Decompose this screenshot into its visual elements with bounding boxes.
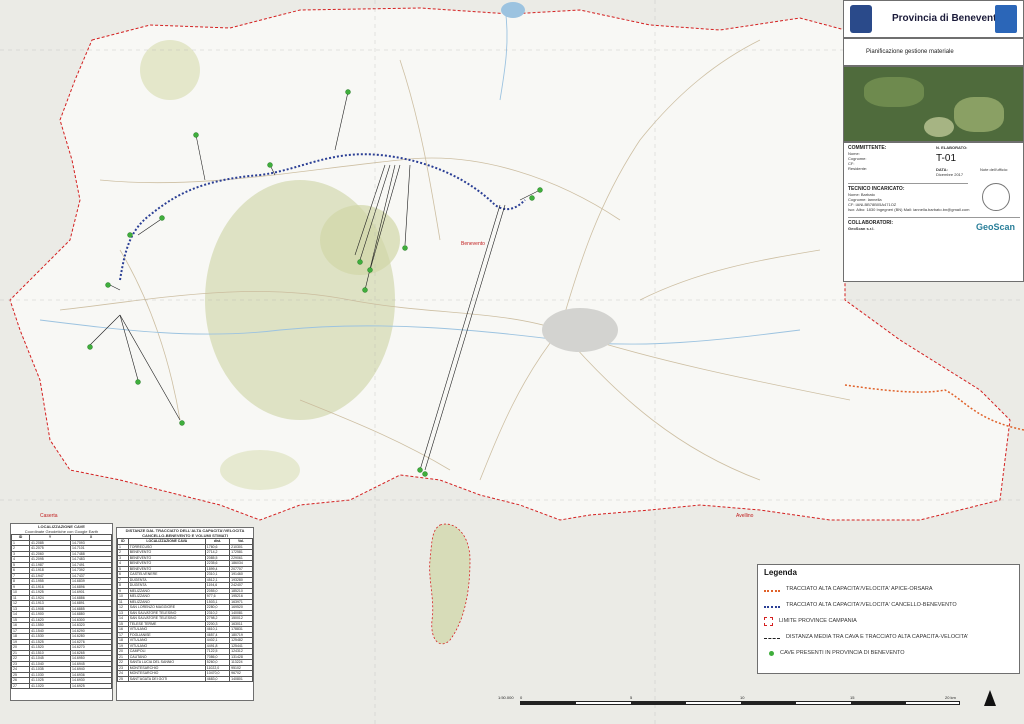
quarry-point xyxy=(422,471,428,477)
region-crest-icon xyxy=(995,5,1017,33)
blue-dotted-line-icon xyxy=(764,605,780,608)
table-cell: 4683,0 xyxy=(204,675,231,682)
benevento-label: Benevento xyxy=(461,241,485,247)
collaboratori-section: COLLABORATORI: GeoScan s.r.l. GeoScan xyxy=(848,217,1020,232)
data-value: Dicembre 2017 xyxy=(936,172,964,177)
quarry-point xyxy=(127,232,133,238)
aerial-photo-texture xyxy=(954,97,1004,132)
title-block-info: COMMITTENTE: Nome: Cognome: CF: Resident… xyxy=(843,142,1024,282)
tecnico-line: Iscr. Albo: 1830 Ingegneri (BN) Mail: ia… xyxy=(848,207,970,212)
elaborato-title: N. ELABORATO: xyxy=(936,145,968,150)
quarry-point xyxy=(537,187,543,193)
quarry-point xyxy=(87,344,93,350)
north-arrow-icon xyxy=(984,690,996,706)
scale-label: 0 xyxy=(520,695,523,700)
quarry-point xyxy=(417,467,423,473)
legend-item: TRACCIATO ALTA CAPACITA'/VELOCITA' APICE… xyxy=(764,583,1016,595)
table-row: 25 SANT'AGATA DEI GOTI 4683,0 140801 xyxy=(117,675,253,682)
professional-stamp-icon xyxy=(982,183,1010,211)
legend-item-label: LIMITE PROVINCE CAMPANIA xyxy=(779,618,857,624)
legend-item-label: TRACCIATO ALTA CAPACITA'/VELOCITA' CANCE… xyxy=(786,602,957,608)
hill-area xyxy=(140,40,200,100)
scale-label: 20 km xyxy=(945,695,956,700)
scale-label: 5 xyxy=(630,695,633,700)
committente-section: COMMITTENTE: Nome: Cognome: CF: Resident… xyxy=(848,145,932,171)
legend-item: CAVE PRESENTI IN PROVINCIA DI BENEVENTO xyxy=(764,647,1016,659)
legend-title: Legenda xyxy=(764,568,797,577)
aerial-photo xyxy=(843,66,1024,142)
province-crest-icon xyxy=(850,5,872,33)
quarry-point xyxy=(179,420,185,426)
table1-subtitle: Coordinate Geodetiche con Google Earth xyxy=(24,529,99,534)
table-row: 27 41.1020 14.6925 xyxy=(10,682,112,689)
avellino-label: Avellino xyxy=(736,513,754,519)
table-cell: 41.1020 xyxy=(29,682,72,689)
black-dashed-line-icon xyxy=(764,638,780,639)
table-cell: 14.6925 xyxy=(70,682,112,689)
table-cell: SANT'AGATA DEI GOTI xyxy=(127,675,206,682)
province-title: Provincia di Benevento xyxy=(892,13,1003,24)
quarry-point xyxy=(193,132,199,138)
scale-label: 10 xyxy=(740,695,745,700)
legend-item-label: CAVE PRESENTI IN PROVINCIA DI BENEVENTO xyxy=(780,650,905,656)
quarry-point xyxy=(267,162,273,168)
aerial-photo-texture xyxy=(924,117,954,137)
scale-bar xyxy=(520,701,960,705)
quarry-point xyxy=(135,379,141,385)
legend-item: TRACCIATO ALTA CAPACITA'/VELOCITA' CANCE… xyxy=(764,599,1016,611)
hill-area xyxy=(220,450,300,490)
scale-label: 15 xyxy=(850,695,855,700)
caserta-label: Caserta xyxy=(40,513,58,519)
benevento-city-area xyxy=(542,308,618,352)
table1-grid: ID Y X 1 41.2085 14.7093 2 41.2075 14.7101 3 41.2… xyxy=(10,534,112,689)
note-title: Note dell'ufficio: xyxy=(980,167,1009,172)
quarry-point xyxy=(367,267,373,273)
table2-title: DISTANZE DAL TRACCIATO DELL'ALTA CAPACIT… xyxy=(125,528,245,538)
scale-ratio: 1:50.000 xyxy=(498,695,514,700)
legend-item: LIMITE PROVINCE CAMPANIA xyxy=(764,615,1016,627)
lake xyxy=(501,2,525,18)
table-cell: 27 xyxy=(10,682,31,689)
title-block-header: Provincia di Benevento xyxy=(843,0,1024,38)
quarry-point xyxy=(402,245,408,251)
tecnico-section: TECNICO INCARICATO: Nome: Barbato Cognom… xyxy=(848,183,970,212)
elaborato-code: T-01 xyxy=(936,153,957,164)
table2-grid: ID LOCALIZZAZIONE CAVA dist. Vol. 1 TORRECUS… xyxy=(117,538,253,682)
committente-field: Residente: xyxy=(848,166,868,171)
geoscan-logo: GeoScan xyxy=(976,222,1016,232)
project-subtitle: Pianificazione gestione materiale xyxy=(866,49,954,55)
quarry-point xyxy=(362,287,368,293)
table-cell: 140801 xyxy=(229,675,253,682)
quarry-point xyxy=(345,89,351,95)
green-dot-icon xyxy=(769,650,774,656)
quarry-point xyxy=(105,282,111,288)
quarry-point xyxy=(159,215,165,221)
quarry-distances-table: DISTANZE DAL TRACCIATO DELL'ALTA CAPACIT… xyxy=(116,527,254,701)
quarry-point xyxy=(529,195,535,201)
quarry-coordinates-table: LOCALIZZAZIONE CAVE Coordinate Geodetich… xyxy=(10,523,113,701)
aerial-photo-texture xyxy=(864,77,924,107)
legend-item: DISTANZA MEDIA TRA CAVA E TRACCIATO ALTA… xyxy=(764,631,1016,643)
red-dashed-box-icon xyxy=(764,616,773,626)
title-block-subtitle: Pianificazione gestione materiale xyxy=(843,38,1024,66)
legend-item-label: TRACCIATO ALTA CAPACITA'/VELOCITA' APICE… xyxy=(786,586,933,592)
legend-panel: Legenda TRACCIATO ALTA CAPACITA'/VELOCIT… xyxy=(757,564,1020,674)
legend-item-label: DISTANZA MEDIA TRA CAVA E TRACCIATO ALTA… xyxy=(786,634,969,640)
quarry-point xyxy=(357,259,363,265)
elaborato-section: N. ELABORATO: T-01 DATA: Dicembre 2017 N… xyxy=(936,145,1022,177)
table-cell: 25 xyxy=(117,675,129,682)
orange-dotted-line-icon xyxy=(764,589,780,592)
